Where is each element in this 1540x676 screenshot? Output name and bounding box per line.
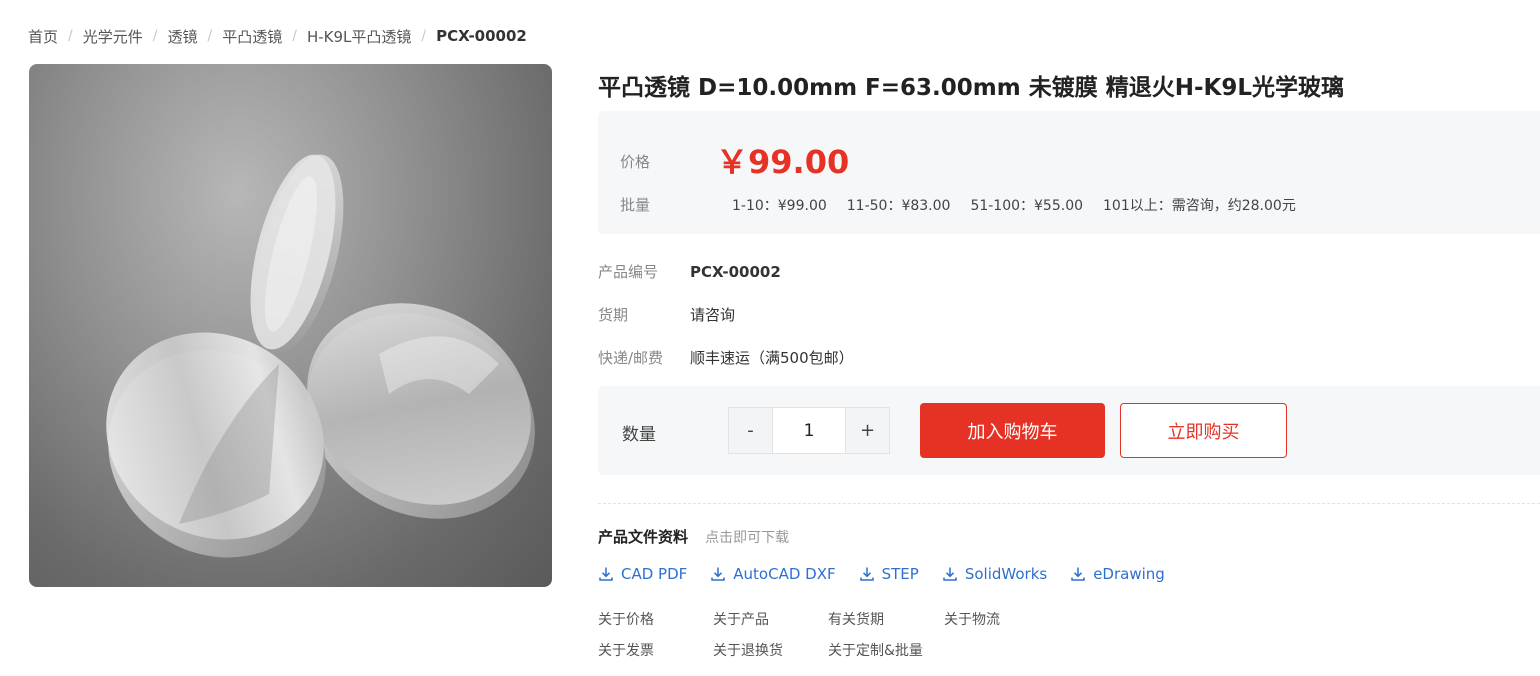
breadcrumb-separator: / (421, 28, 427, 44)
buy-now-button[interactable]: 立即购买 (1120, 403, 1287, 458)
file-link-step[interactable]: STEP (859, 565, 919, 583)
breadcrumb-separator: / (292, 28, 297, 44)
file-link-edrawing[interactable]: eDrawing (1070, 565, 1165, 583)
files-header: 产品文件资料 点击即可下载 (598, 526, 789, 547)
price-value: ￥99.00 (716, 143, 850, 181)
product-title: 平凸透镜 D=10.00mm F=63.00mm 未镀膜 精退火H-K9L光学玻… (598, 75, 1345, 101)
breadcrumb-separator: / (68, 28, 73, 44)
faq-links: 关于价格 关于产品 有关货期 关于物流 关于发票 关于退换货 关于定制&批量 (598, 609, 1059, 660)
purchase-panel: 数量 - 1 + 加入购物车 立即购买 (598, 386, 1540, 475)
faq-link-custom-bulk[interactable]: 关于定制&批量 (828, 640, 944, 660)
sku-label: 产品编号 (598, 263, 659, 281)
file-link-label: AutoCAD DXF (733, 565, 836, 583)
shipping-label: 快递/邮费 (598, 349, 664, 367)
bulk-tiers: 1-10：¥99.00 11-50：¥83.00 51-100：¥55.00 1… (732, 195, 1296, 215)
faq-link-delivery[interactable]: 有关货期 (828, 609, 944, 629)
download-icon (1071, 567, 1085, 581)
breadcrumb: 首页 / 光学元件 / 透镜 / 平凸透镜 / H-K9L平凸透镜 / PCX-… (28, 26, 527, 46)
file-links: CAD PDF AutoCAD DXF STEP SolidWorks eDra… (598, 565, 1165, 583)
product-image[interactable] (29, 64, 552, 587)
delivery-value: 请咨询 (690, 306, 736, 324)
bulk-tier: 11-50：¥83.00 (846, 198, 951, 214)
quantity-increment-button[interactable]: + (846, 408, 889, 453)
file-link-label: SolidWorks (964, 565, 1048, 583)
breadcrumb-lenses[interactable]: 透镜 (167, 26, 197, 47)
download-icon (711, 567, 726, 581)
lens-photo (106, 154, 535, 558)
add-to-cart-button[interactable]: 加入购物车 (920, 403, 1105, 458)
bulk-tier: 51-100：¥55.00 (970, 198, 1084, 214)
delivery-row: 货期 请咨询 (598, 304, 735, 325)
files-title: 产品文件资料 (598, 528, 689, 546)
faq-link-invoice[interactable]: 关于发票 (598, 640, 713, 660)
breadcrumb-plano-convex[interactable]: 平凸透镜 (222, 26, 282, 47)
divider (598, 503, 1540, 504)
shipping-row: 快递/邮费 顺丰速运（满500包邮） (598, 347, 854, 368)
breadcrumb-optical-components[interactable]: 光学元件 (83, 26, 143, 47)
faq-link-logistics[interactable]: 关于物流 (944, 609, 1059, 629)
bulk-tier: 1-10：¥99.00 (732, 198, 827, 214)
quantity-stepper: - 1 + (728, 407, 890, 454)
bulk-label: 批量 (620, 196, 651, 214)
faq-link-price[interactable]: 关于价格 (598, 609, 713, 629)
quantity-label: 数量 (622, 425, 656, 445)
delivery-label: 货期 (598, 306, 629, 324)
shipping-value: 顺丰速运（满500包邮） (690, 349, 854, 367)
price-panel: 价格 ￥99.00 批量 1-10：¥99.00 11-50：¥83.00 51… (598, 111, 1540, 234)
breadcrumb-separator: / (207, 28, 213, 44)
download-icon (859, 567, 874, 581)
faq-link-returns[interactable]: 关于退换货 (713, 640, 828, 660)
file-link-label: eDrawing (1093, 565, 1165, 583)
sku-value: PCX-00002 (690, 263, 781, 281)
bulk-tier: 101以上：需咨询，约28.00元 (1103, 198, 1296, 214)
breadcrumb-hk9l-plano-convex[interactable]: H-K9L平凸透镜 (307, 26, 411, 47)
file-link-autocad-dxf[interactable]: AutoCAD DXF (710, 565, 836, 583)
download-icon (943, 567, 957, 581)
file-link-solidworks[interactable]: SolidWorks (942, 565, 1047, 583)
price-label: 价格 (620, 153, 651, 171)
files-subtitle: 点击即可下载 (705, 530, 790, 546)
faq-link-product[interactable]: 关于产品 (713, 609, 828, 629)
download-icon (599, 567, 613, 581)
file-link-label: CAD PDF (621, 565, 688, 583)
breadcrumb-home[interactable]: 首页 (28, 26, 58, 47)
breadcrumb-separator: / (152, 28, 158, 44)
sku-row: 产品编号 PCX-00002 (598, 261, 781, 282)
breadcrumb-current: PCX-00002 (436, 27, 527, 45)
file-link-cad-pdf[interactable]: CAD PDF (598, 565, 687, 583)
quantity-decrement-button[interactable]: - (729, 408, 772, 453)
quantity-input[interactable]: 1 (772, 408, 846, 453)
file-link-label: STEP (881, 565, 919, 583)
